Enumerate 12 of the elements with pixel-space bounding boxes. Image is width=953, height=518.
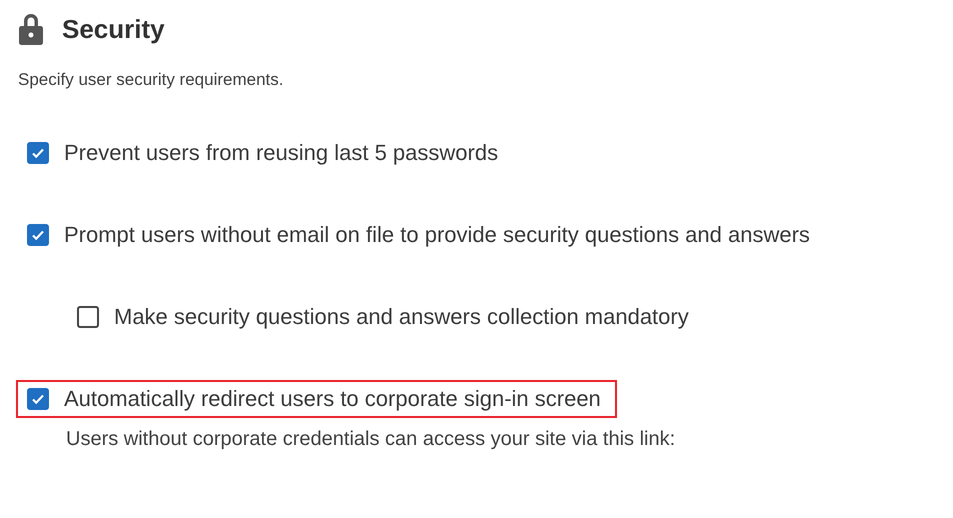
- checkbox[interactable]: [77, 306, 99, 328]
- checkbox-label: Automatically redirect users to corporate sign-in screen: [64, 386, 601, 412]
- checkbox[interactable]: [27, 224, 49, 246]
- info-text: Users without corporate credentials can access your site via this link:: [66, 428, 676, 451]
- lock-icon: [18, 12, 44, 46]
- section-title: Security: [62, 14, 165, 44]
- checkbox-label: Make security questions and answers collection mandatory: [114, 304, 689, 330]
- checkbox[interactable]: [27, 388, 49, 410]
- checkbox[interactable]: [27, 142, 49, 164]
- checkbox-label: Prompt users without email on file to provide security questions and answers: [64, 222, 810, 248]
- checkbox-label: Prevent users from reusing last 5 passwords: [64, 140, 498, 166]
- section-description: Specify user security requirements.: [18, 70, 284, 90]
